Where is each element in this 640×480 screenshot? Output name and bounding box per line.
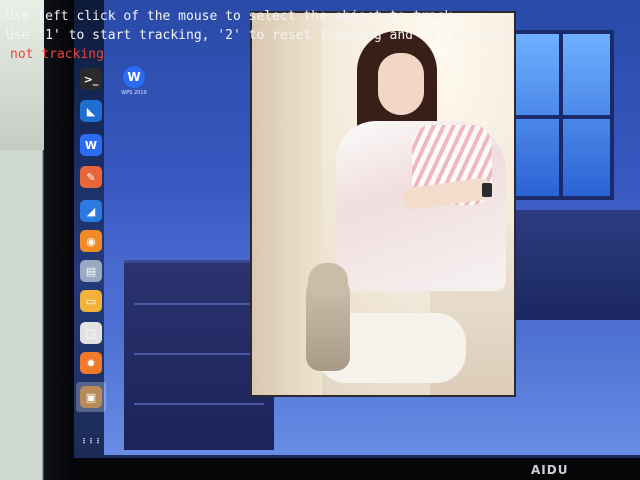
photo-wristwatch [482,183,492,197]
dock-item-image-viewer[interactable]: ▣ [76,382,106,412]
wallpaper-window [504,30,614,200]
image-viewer-icon: ▣ [80,386,102,408]
dock-item-editor[interactable]: ✎ [76,162,106,192]
dock-item-app-grid[interactable]: ⋮⋮⋮ [76,426,106,456]
photo-person-face [378,53,424,115]
application-dock: >_ ◣ W ✎ ◢ ◉ ▤ ▭ ◲ ✹ ▣ ⋮⋮⋮ [76,60,106,460]
screenshot-icon: ◲ [80,322,102,344]
browser-icon: ◢ [80,200,102,222]
firefox-icon: ◉ [80,230,102,252]
dock-item-files[interactable]: ▤ [76,256,106,286]
settings-icon: ✹ [80,352,102,374]
dock-item-settings[interactable]: ✹ [76,348,106,378]
cabinet-drawer [134,303,264,305]
monitor-brand-logo: AIDU [531,463,569,477]
instruction-keys: Use '1' to start tracking, '2' to reset … [6,28,507,43]
editor-icon: ✎ [80,166,102,188]
dock-item-firefox[interactable]: ◉ [76,226,106,256]
instruction-select-object: Use left click of the mouse to select th… [6,9,453,24]
dock-item-vscode[interactable]: ◣ [76,96,106,126]
desktop-shortcut-wps[interactable]: W WPS 2019 [114,66,154,102]
text-editor-icon: ▭ [80,290,102,312]
dock-item-terminal[interactable]: >_ [76,64,106,94]
wps-office-icon: W [123,66,145,88]
cabinet-drawer [134,403,264,405]
cabinet-drawer [134,353,264,355]
desktop-shortcut-label: WPS 2019 [121,90,147,96]
dock-item-browser[interactable]: ◢ [76,196,106,226]
image-viewer-window[interactable] [250,11,516,397]
dock-item-screenshot[interactable]: ◲ [76,318,106,348]
wallpaper-desk [514,210,640,320]
camera-frame: >_ ◣ W ✎ ◢ ◉ ▤ ▭ ◲ ✹ ▣ ⋮⋮⋮ W WPS 2019 AIDU Use left… [0,0,640,480]
vscode-icon: ◣ [80,100,102,122]
tracking-status: not tracking [10,47,104,62]
app-grid-icon: ⋮⋮⋮ [80,437,102,445]
wps-icon: W [80,134,102,156]
terminal-icon: >_ [80,68,102,90]
dock-item-text-editor[interactable]: ▭ [76,286,106,316]
files-icon: ▤ [80,260,102,282]
photo-cat-head [308,263,348,299]
dock-item-wps[interactable]: W [76,130,106,160]
